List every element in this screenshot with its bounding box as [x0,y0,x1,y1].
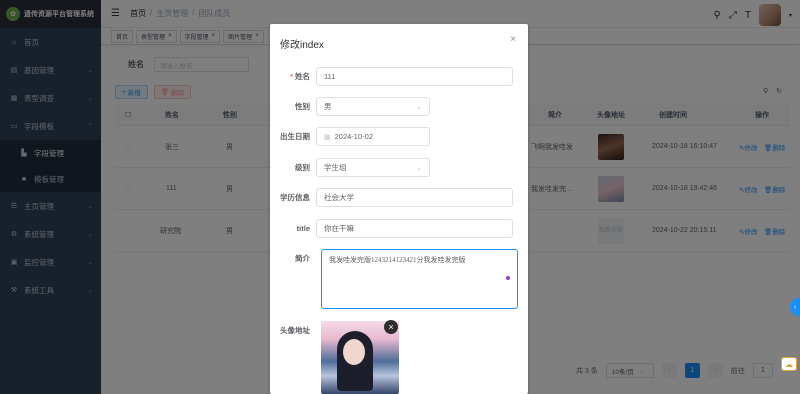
level-label: 级别 [295,163,310,172]
name-label: 姓名 [295,72,310,81]
text-cursor-dot [506,276,510,280]
education-input[interactable]: 社会大学 [316,188,513,207]
title-label: title [296,224,310,233]
gender-select[interactable]: 男 ⌄ [316,97,430,116]
portrait-face [343,339,365,365]
avatar-label: 头像地址 [280,326,310,335]
required-mark: * [290,72,293,81]
form-row-name: * 姓名 111 [270,67,518,86]
form-row-gender: 性别 男 ⌄ [270,97,518,116]
title-input[interactable]: 你在干嘛 [316,219,513,238]
birth-label: 出生日期 [280,132,310,141]
level-select[interactable]: 学生组 ⌄ [316,158,430,177]
form-row-birth: 出生日期 ▦ 2024-10-02 [270,127,518,146]
chevron-down-icon: ⌄ [416,103,422,111]
form-row-level: 级别 学生组 ⌄ [270,158,518,177]
birth-value: 2024-10-02 [334,132,373,141]
birth-date-picker[interactable]: ▦ 2024-10-02 [316,127,430,146]
form-row-title: title 你在干嘛 [270,219,518,238]
remove-image-icon[interactable]: × [384,320,398,334]
intro-label: 简介 [295,254,310,263]
education-label: 学历信息 [280,193,310,202]
chevron-down-icon: ⌄ [416,164,422,172]
level-value: 学生组 [324,163,347,172]
field-label: * 姓名 [270,71,316,82]
gender-value: 男 [324,102,332,111]
intro-textarea[interactable]: 我发哇发完版1243214123421分我发哇发完版 [321,249,518,309]
dialog-title: 修改index [280,40,324,51]
close-icon[interactable]: × [510,34,516,45]
name-input[interactable]: 111 [316,67,513,86]
gender-label: 性别 [295,102,310,111]
edit-dialog: 修改index × * 姓名 111 性别 男 ⌄ 出生日期 ▦ 2024-10-02… [270,24,528,394]
form-row-education: 学历信息 社会大学 [270,188,518,207]
calendar-icon: ▦ [324,133,331,141]
cloud-icon[interactable]: ☁ [781,357,797,371]
